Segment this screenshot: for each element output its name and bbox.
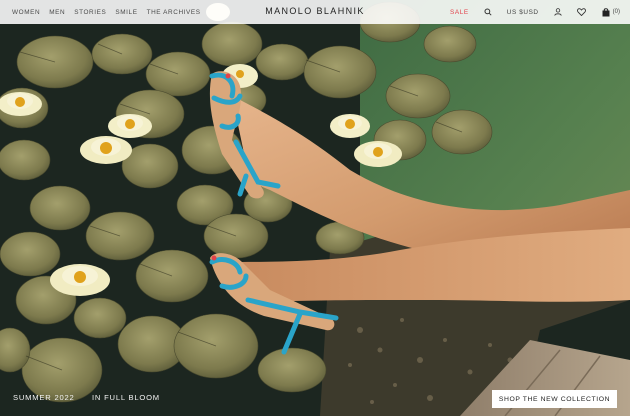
bag-count: (0) [612,9,620,15]
site-header: WOMEN MEN STORIES SMILE THE ARCHIVES MAN… [0,0,630,24]
hero-image[interactable] [0,0,630,416]
nav-men[interactable]: MEN [49,9,65,16]
collection-title: IN FULL BLOOM [92,393,160,402]
nav-stories[interactable]: STORIES [74,9,106,16]
search-icon[interactable] [483,7,493,17]
heart-icon[interactable] [577,7,587,17]
user-icon[interactable] [553,7,563,17]
primary-nav: WOMEN MEN STORIES SMILE THE ARCHIVES [12,9,201,16]
nav-women[interactable]: WOMEN [12,9,40,16]
shop-new-collection-button[interactable]: SHOP THE NEW COLLECTION [492,390,617,408]
nav-the-archives[interactable]: THE ARCHIVES [147,9,201,16]
brand-logo[interactable]: MANOLO BLAHNIK [265,6,365,16]
nav-smile[interactable]: SMILE [115,9,137,16]
utility-nav: SALE US $USD (0) [450,7,620,17]
season-label: SUMMER 2022 [13,393,75,402]
currency-selector[interactable]: US $USD [507,9,539,16]
shopping-bag[interactable]: (0) [601,7,620,17]
hero-illustration [0,0,630,416]
nav-sale[interactable]: SALE [450,9,469,16]
shopping-bag-icon [601,7,611,17]
